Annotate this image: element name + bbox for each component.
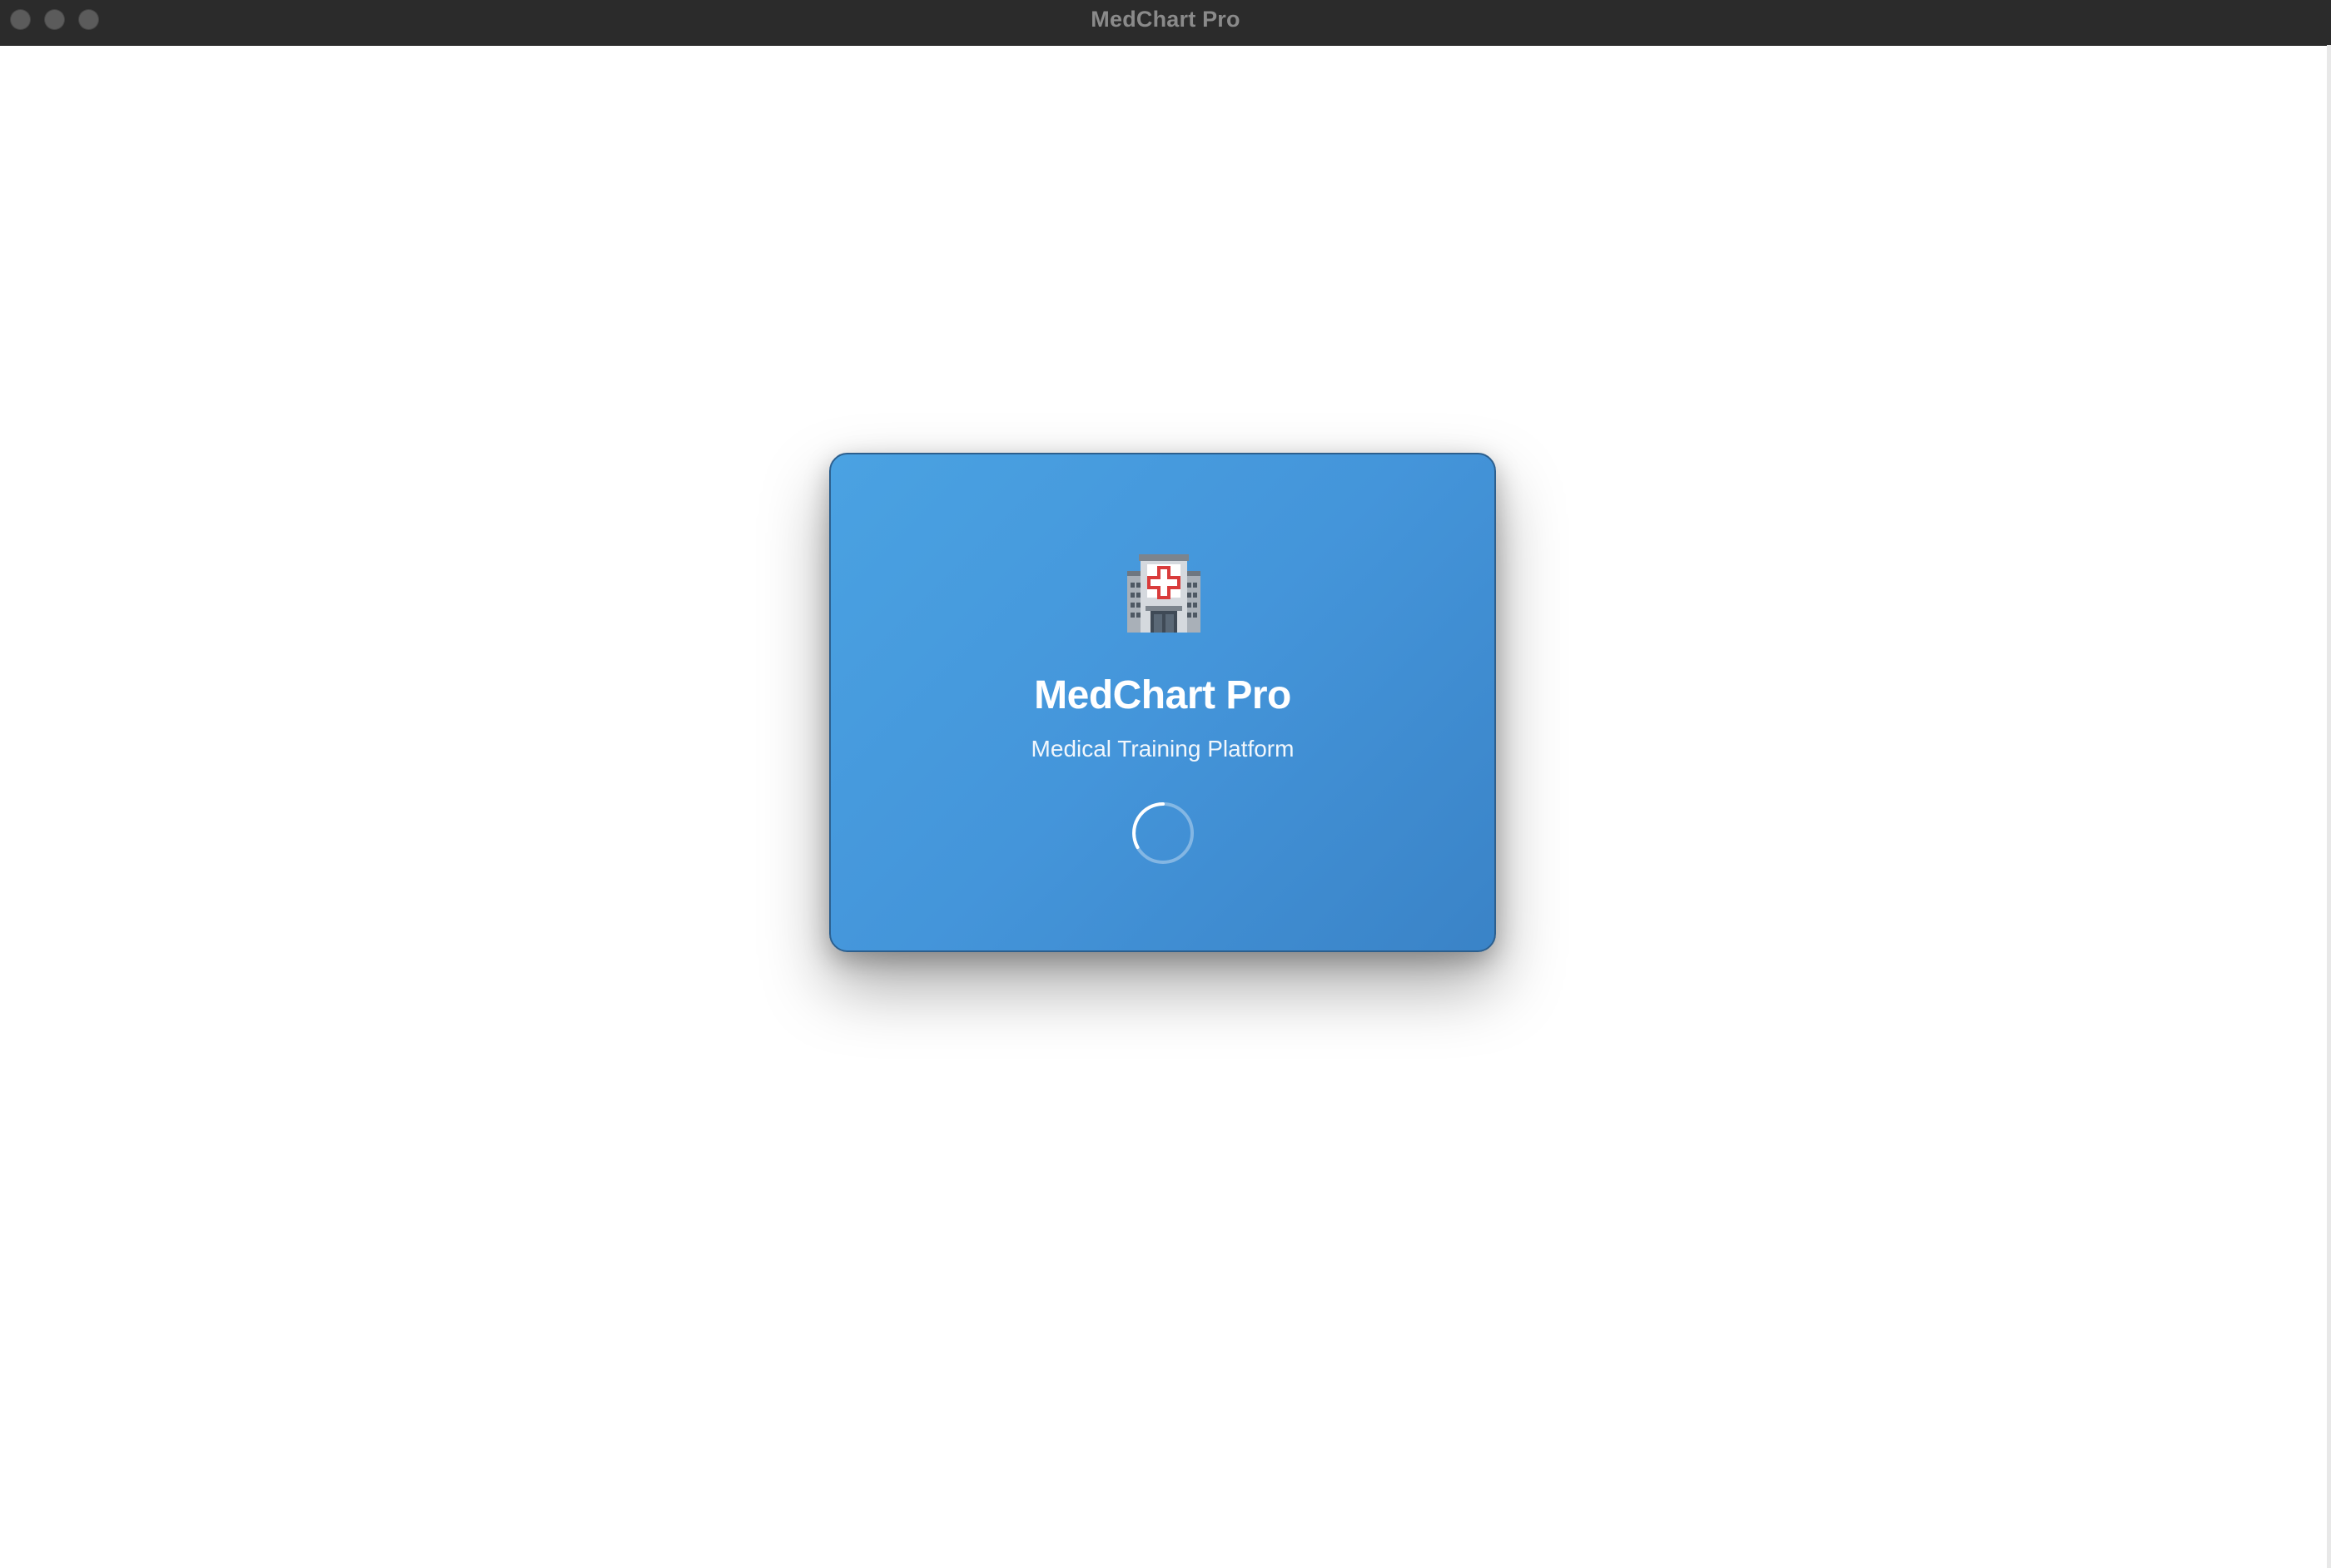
app-title: MedChart Pro (1034, 673, 1291, 717)
app-subtitle: Medical Training Platform (1031, 736, 1295, 762)
window-title: MedChart Pro (1091, 7, 1240, 32)
hospital-icon (1127, 554, 1200, 633)
loading-spinner-icon (1132, 802, 1194, 864)
window-edge (2327, 45, 2331, 1568)
splash-card: MedChart Pro Medical Training Platform (829, 453, 1496, 952)
title-bar[interactable]: MedChart Pro (0, 0, 2331, 46)
main-content: MedChart Pro Medical Training Platform (0, 46, 2327, 1568)
app-window: MedChart Pro MedChart Pro Medical Traini… (0, 0, 2331, 1568)
